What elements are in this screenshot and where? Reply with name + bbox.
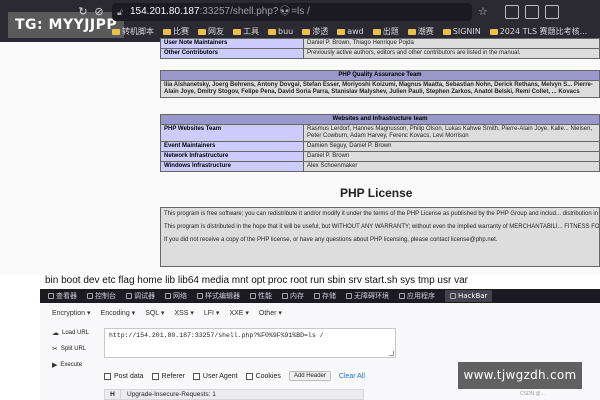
extensions-icon[interactable]: [525, 5, 539, 19]
table-row: PHP Websites Team Rasmus Lerdorf, Hannes …: [160, 124, 600, 142]
table-header: Websites and Infrastructure team: [160, 114, 600, 125]
bookmark-item[interactable]: 渗透: [302, 26, 328, 37]
request-options: Post data Referer User Agent Cookies Add…: [104, 371, 365, 381]
folder-icon: [198, 28, 206, 35]
split-url-button[interactable]: ✂ Split URL: [48, 343, 98, 356]
clear-all-link[interactable]: Clear All: [339, 373, 365, 380]
csdn-tag: CSDN @...: [520, 391, 545, 397]
bookmark-item[interactable]: 出题: [372, 26, 399, 37]
url-path: :33257/shell.php?: [199, 6, 279, 17]
qa-table: PHP Quality Assurance Team Ilia Alshanet…: [160, 70, 600, 98]
bookmark-item[interactable]: 转机脚本: [112, 26, 154, 37]
license-text: This program is free software; you can r…: [160, 207, 600, 267]
reload-icon[interactable]: ↻: [76, 5, 90, 19]
tab-debugger[interactable]: 调试器: [126, 291, 155, 301]
table-header: PHP Quality Assurance Team: [160, 70, 600, 81]
tab-style-editor[interactable]: 样式编辑器: [197, 291, 240, 301]
header-row[interactable]: H Upgrade-Insecure-Requests: 1: [104, 389, 364, 400]
header-value: Upgrade-Insecure-Requests: 1: [127, 391, 216, 398]
license-title: PHP License: [340, 186, 413, 200]
split-icon: ✂: [52, 346, 58, 353]
tab-memory[interactable]: 内存: [282, 291, 304, 301]
folder-icon: [337, 28, 346, 35]
bookmark-item[interactable]: SIGNIN: [442, 27, 481, 36]
url-emoji-icon: 👽︎: [278, 6, 292, 17]
downloads-icon[interactable]: [505, 5, 519, 19]
watermark-site: www.tjwgzdh.com: [458, 362, 582, 389]
tab-hackbar[interactable]: HackBar: [445, 290, 493, 302]
devtools-tabbar: 查看器 控制台 调试器 网络 样式编辑器 性能 内存 存储 无障碍环境 应用程序…: [40, 289, 600, 303]
url-query: =ls /: [291, 6, 310, 17]
bookmark-item[interactable]: 比赛: [163, 26, 189, 37]
browser-toolbar: TG: MYYJJPP ↻ ⊘ 🔓︎ 154.201.80.187:33257/…: [0, 0, 600, 42]
tab-storage[interactable]: 存储: [314, 291, 336, 301]
tab-application[interactable]: 应用程序: [399, 291, 435, 301]
table-row: Event Maintainers Damien Seguy, Daniel P.…: [160, 141, 600, 152]
menu-sql[interactable]: SQL ▾: [145, 309, 164, 317]
cookies-checkbox[interactable]: Cookies: [245, 372, 281, 380]
tab-inspector[interactable]: 查看器: [48, 291, 77, 301]
folder-icon: [489, 28, 498, 35]
credits-table: User Note Maintainers Daniel P. Brown, Th…: [160, 38, 600, 59]
command-output: bin boot dev etc flag home lib lib64 med…: [45, 275, 468, 286]
menu-xxe[interactable]: XXE ▾: [229, 309, 248, 317]
header-key: H: [105, 390, 121, 399]
tab-console[interactable]: 控制台: [87, 291, 116, 301]
folder-icon: [163, 28, 171, 35]
execute-button[interactable]: ▶ Execute: [48, 359, 98, 372]
table-row: Network Infrastructure Daniel P. Brown: [160, 151, 600, 162]
bookmark-item[interactable]: 网友: [198, 26, 224, 37]
play-icon: ▶: [52, 362, 58, 369]
upload-icon: ☁: [52, 330, 59, 337]
url-textarea[interactable]: http://154.201.80.187:33257/shell.php?%F…: [104, 328, 396, 358]
tab-performance[interactable]: 性能: [250, 291, 272, 301]
bookmark-star-icon[interactable]: ☆: [478, 5, 488, 19]
bookmark-item[interactable]: 工具: [233, 26, 259, 37]
menu-other[interactable]: Other ▾: [259, 309, 282, 317]
table-row: Other Contributors Previously active auth…: [160, 48, 600, 59]
folder-icon: [233, 28, 241, 35]
folder-icon: [372, 28, 381, 35]
tab-network[interactable]: 网络: [165, 291, 187, 301]
bookmark-item[interactable]: 2024 TLS 赛题比考核...: [489, 26, 587, 37]
menu-icon[interactable]: [545, 5, 559, 19]
folder-icon: [302, 28, 311, 35]
menu-encryption[interactable]: Encryption ▾: [52, 309, 91, 317]
post-data-checkbox[interactable]: Post data: [104, 372, 144, 380]
security-icon[interactable]: ⊘: [92, 5, 106, 19]
address-bar[interactable]: 🔓︎ 154.201.80.187:33257/shell.php?👽︎=ls …: [112, 3, 472, 21]
resize-handle[interactable]: [389, 351, 394, 356]
watermark-badge: TG: MYYJJPP: [8, 12, 125, 38]
infra-table: Websites and Infrastructure team PHP Web…: [160, 114, 600, 172]
bookmark-item[interactable]: 潮赛: [407, 26, 434, 37]
menu-encoding[interactable]: Encoding ▾: [101, 309, 136, 317]
load-url-button[interactable]: ☁ Load URL: [48, 327, 98, 340]
lock-icon: 🔓︎: [117, 7, 123, 17]
table-row: User Note Maintainers Daniel P. Brown, Th…: [160, 38, 600, 49]
hackbar-menu: Encryption ▾ Encoding ▾ SQL ▾ XSS ▾ LFI …: [52, 309, 282, 317]
folder-icon: [407, 28, 416, 35]
add-header-button[interactable]: Add Header: [288, 371, 331, 381]
table-row: Windows Infrastructure Alex Schoenmaker: [160, 161, 600, 172]
bookmark-item[interactable]: buu: [268, 27, 293, 36]
folder-icon: [268, 28, 276, 35]
folder-icon: [112, 28, 120, 35]
user-agent-checkbox[interactable]: User Agent: [192, 372, 238, 380]
tab-accessibility[interactable]: 无障碍环境: [346, 291, 389, 301]
menu-lfi[interactable]: LFI ▾: [204, 309, 220, 317]
menu-xss[interactable]: XSS ▾: [174, 309, 193, 317]
referer-checkbox[interactable]: Referer: [151, 372, 185, 380]
bookmark-item[interactable]: awd: [337, 27, 364, 36]
url-host: 154.201.80.187: [130, 6, 200, 17]
qa-members: Ilia Alshanetsky, Joerg Behrens, Antony …: [160, 80, 600, 98]
page-content: User Note Maintainers Daniel P. Brown, Th…: [0, 38, 600, 275]
folder-icon: [442, 28, 451, 35]
